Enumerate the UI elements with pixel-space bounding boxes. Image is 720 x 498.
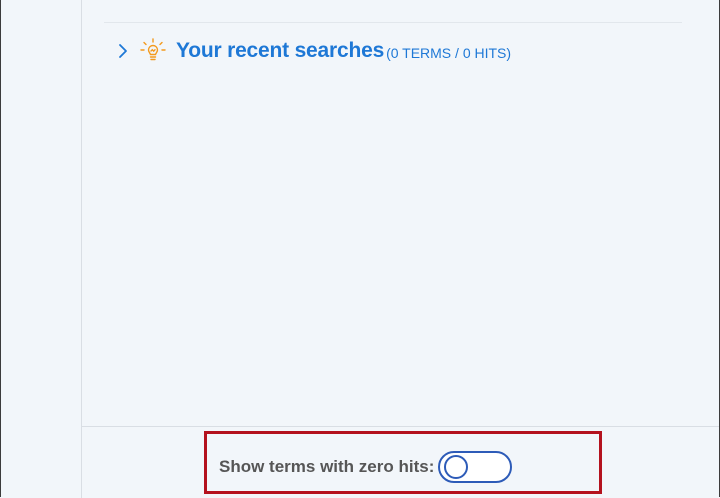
zero-hits-toggle-row: Show terms with zero hits: [219,451,513,483]
recent-searches-header[interactable]: Your recent searches (0 TERMS / 0 HITS) [116,36,511,66]
toggle-knob [444,455,469,479]
lightbulb-icon [140,38,166,64]
recent-searches-counts: (0 TERMS / 0 HITS) [386,45,512,61]
footer-divider [82,426,719,427]
chevron-right-icon[interactable] [116,42,130,60]
zero-hits-toggle[interactable] [438,451,513,483]
recent-searches-title[interactable]: Your recent searches [176,39,384,63]
left-gutter [1,0,82,498]
search-history-panel: Your recent searches (0 TERMS / 0 HITS) … [82,0,719,498]
zero-hits-toggle-label: Show terms with zero hits: [219,457,435,476]
divider [104,22,682,23]
